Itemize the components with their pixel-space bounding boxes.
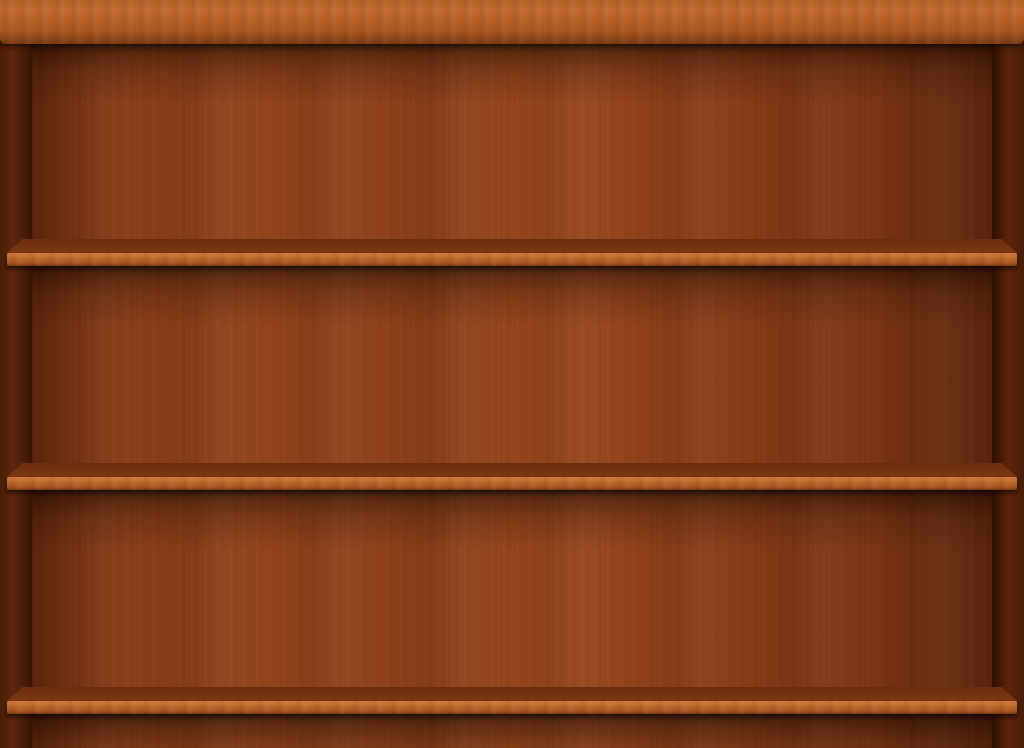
shelf-shadow-top xyxy=(32,44,992,104)
shelf-2-edge xyxy=(7,477,1017,490)
shelf-shadow-1 xyxy=(32,266,992,326)
shelf-1-edge xyxy=(7,253,1017,266)
bookshelf-top-board xyxy=(0,0,1024,44)
shelf-shadow-2 xyxy=(32,490,992,550)
shelf-shadow-3 xyxy=(32,714,992,748)
shelf-3-surface xyxy=(7,687,1017,701)
shelf-3 xyxy=(7,687,1017,715)
shelf-2 xyxy=(7,463,1017,491)
bookshelf xyxy=(0,0,1024,748)
bookshelf-back-panel xyxy=(32,44,992,748)
shelf-1 xyxy=(7,239,1017,267)
shelf-1-surface xyxy=(7,239,1017,253)
bookshelf-side-left xyxy=(0,44,32,748)
bookshelf-side-right xyxy=(992,44,1024,748)
shelf-2-surface xyxy=(7,463,1017,477)
shelf-3-edge xyxy=(7,701,1017,714)
